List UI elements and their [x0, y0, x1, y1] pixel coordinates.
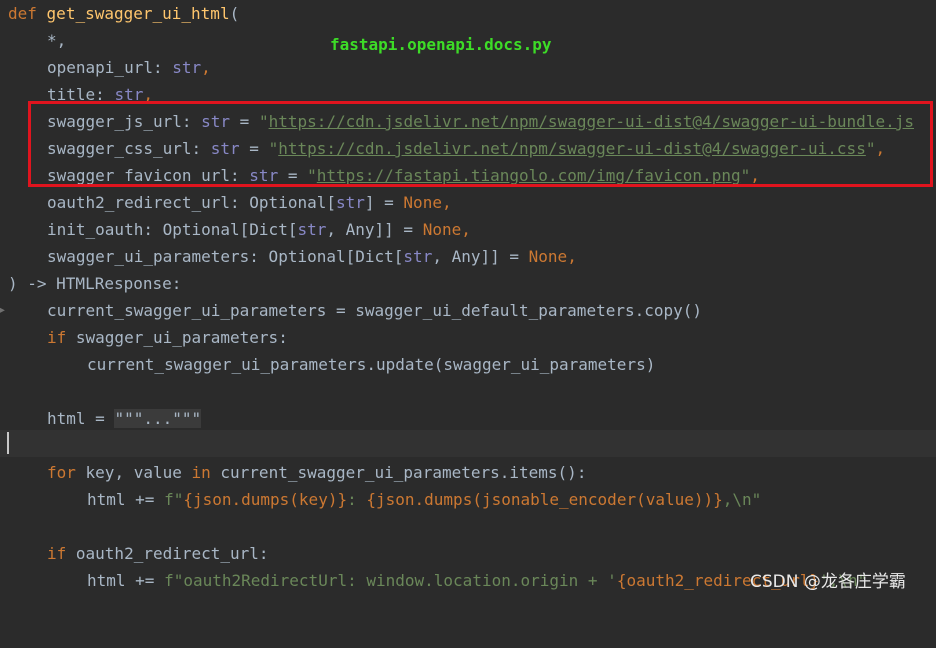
- code-line-8: oauth2_redirect_url: Optional[str] = Non…: [47, 193, 452, 212]
- code-line-14: current_swagger_ui_parameters.update(swa…: [87, 355, 656, 374]
- watermark: CSDN @龙各庄学霸: [750, 572, 906, 592]
- code-line-9: init_oauth: Optional[Dict[str, Any]] = N…: [47, 220, 471, 239]
- code-line-18: for key, value in current_swagger_ui_par…: [47, 463, 587, 482]
- function-name: get_swagger_ui_html: [46, 4, 230, 23]
- file-label-annotation: fastapi.openapi.docs.py: [330, 35, 552, 54]
- code-line-3: openapi_url: str,: [47, 58, 211, 77]
- text-caret: [7, 432, 9, 454]
- code-line-16: ⊞ html = """...""": [0, 405, 936, 453]
- code-line-19: html += f"{json.dumps(key)}: {json.dumps…: [87, 490, 762, 509]
- code-line-10: swagger_ui_parameters: Optional[Dict[str…: [47, 247, 577, 266]
- folded-string[interactable]: """...""": [114, 409, 202, 428]
- code-line-21: if oauth2_redirect_url:: [47, 544, 269, 563]
- code-line-1: def get_swagger_ui_html(: [8, 4, 240, 23]
- code-line-17-current[interactable]: [0, 430, 936, 457]
- code-editor[interactable]: def get_swagger_ui_html( *, openapi_url:…: [0, 0, 936, 601]
- keyword-def: def: [8, 4, 37, 23]
- code-line-13: if swagger_ui_parameters:: [47, 328, 288, 347]
- highlight-annotation-box: [28, 101, 933, 187]
- code-line-12: current_swagger_ui_parameters = swagger_…: [47, 301, 703, 320]
- code-line-11: ▸ ) -> HTMLResponse:: [0, 270, 936, 318]
